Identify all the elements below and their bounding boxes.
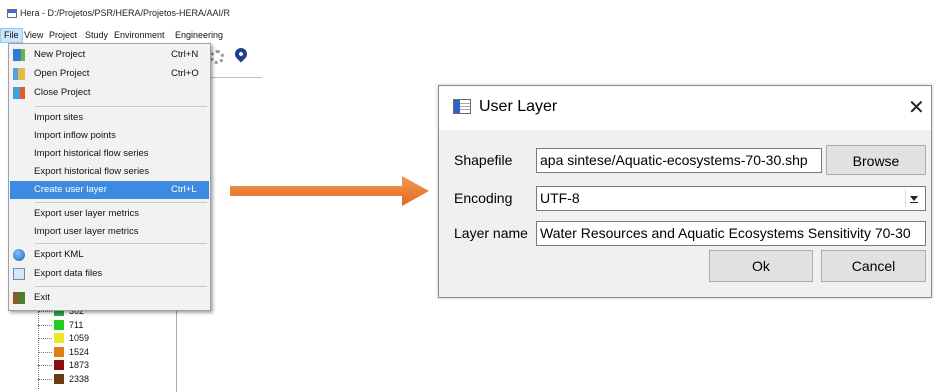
menu-item-shortcut: Ctrl+O: [171, 68, 199, 79]
dialog-titlebar: User Layer ✕: [439, 86, 931, 130]
menu-item-close-project[interactable]: Close Project: [10, 84, 209, 102]
menu-item-export-data-files[interactable]: Export data files: [10, 265, 209, 283]
menu-item-label: Export historical flow series: [34, 166, 150, 177]
map-pin-icon[interactable]: [232, 45, 250, 63]
legend-swatch: [54, 373, 64, 384]
browse-button[interactable]: Browse: [826, 145, 926, 175]
layer-name-label: Layer name: [454, 225, 528, 241]
menu-separator: [35, 243, 207, 244]
shapefile-input[interactable]: apa sintese/Aquatic-ecosystems-70-30.shp: [536, 148, 822, 173]
legend-swatch: [54, 346, 64, 357]
menu-item-import-historical-flow-series[interactable]: Import historical flow series: [10, 145, 209, 163]
menu-item-label: Import inflow points: [34, 130, 116, 141]
ok-button[interactable]: Ok: [709, 250, 813, 282]
app-window-icon: [7, 9, 17, 18]
file-menu-dropdown: New Project Ctrl+N Open Project Ctrl+O C…: [8, 43, 211, 311]
menu-item-label: Close Project: [34, 87, 91, 98]
menu-engineering[interactable]: Engineering: [172, 28, 226, 43]
menu-item-export-kml[interactable]: Export KML: [10, 246, 209, 264]
menu-view[interactable]: View: [21, 28, 46, 43]
menu-file[interactable]: File: [0, 28, 23, 43]
menubar: File View Project Study Environment Engi…: [0, 28, 262, 43]
dialog-window-icon: [453, 99, 471, 114]
layer-name-input[interactable]: Water Resources and Aquatic Ecosystems S…: [536, 221, 926, 246]
toolbar: [208, 43, 262, 78]
menu-item-label: Export KML: [34, 249, 84, 260]
app-title: Hera - D:/Projetos/PSR/HERA/Projetos-HER…: [20, 8, 231, 18]
menu-item-label: Open Project: [34, 68, 90, 79]
menu-separator: [35, 286, 207, 287]
tree-connector: [38, 301, 39, 389]
close-icon[interactable]: ✕: [908, 95, 925, 120]
menu-study[interactable]: Study: [82, 28, 111, 43]
menu-separator: [35, 106, 207, 107]
new-project-icon: [13, 49, 25, 61]
shapefile-label: Shapefile: [454, 152, 513, 168]
legend-swatch: [54, 319, 64, 330]
menu-item-import-sites[interactable]: Import sites: [10, 109, 209, 127]
menu-item-shortcut: Ctrl+L: [171, 184, 197, 195]
menu-item-label: Import historical flow series: [34, 148, 149, 159]
cancel-button[interactable]: Cancel: [821, 250, 926, 282]
app-titlebar: Hera - D:/Projetos/PSR/HERA/Projetos-HER…: [0, 0, 262, 28]
menu-item-shortcut: Ctrl+N: [171, 49, 199, 60]
encoding-select[interactable]: UTF-8: [536, 186, 926, 211]
gear-icon[interactable]: [210, 50, 224, 64]
user-layer-dialog: User Layer ✕ Shapefile apa sintese/Aquat…: [438, 85, 932, 298]
chevron-down-icon[interactable]: [905, 189, 923, 207]
close-project-icon: [13, 87, 25, 99]
encoding-value: UTF-8: [540, 190, 580, 206]
menu-item-export-historical-flow-series[interactable]: Export historical flow series: [10, 163, 209, 181]
menu-item-label: Export data files: [34, 268, 103, 279]
menu-item-create-user-layer[interactable]: Create user layer Ctrl+L: [10, 181, 209, 199]
menu-item-label: Import sites: [34, 112, 84, 123]
menu-item-exit[interactable]: Exit: [10, 289, 209, 307]
menu-item-label: Exit: [34, 292, 50, 303]
menu-item-label: New Project: [34, 49, 86, 60]
menu-item-new-project[interactable]: New Project Ctrl+N: [10, 46, 209, 64]
legend-label: 711: [69, 319, 84, 330]
menu-item-label: Create user layer: [34, 184, 107, 195]
legend-label: 1524: [69, 346, 90, 357]
open-project-icon: [13, 68, 25, 80]
legend-label: 1059: [69, 333, 90, 343]
menu-item-label: Import user layer metrics: [34, 226, 139, 237]
legend-swatch: [54, 333, 64, 343]
menu-item-open-project[interactable]: Open Project Ctrl+O: [10, 65, 209, 83]
export-files-icon: [13, 268, 25, 280]
menu-item-import-user-layer-metrics[interactable]: Import user layer metrics: [10, 223, 209, 241]
exit-icon: [13, 292, 25, 304]
menu-environment[interactable]: Environment: [111, 28, 168, 43]
menu-item-import-inflow-points[interactable]: Import inflow points: [10, 127, 209, 145]
encoding-label: Encoding: [454, 190, 513, 206]
menu-item-export-user-layer-metrics[interactable]: Export user layer metrics: [10, 205, 209, 223]
orange-arrow-icon: [230, 176, 429, 206]
dialog-title: User Layer: [479, 98, 558, 115]
globe-icon: [13, 249, 25, 261]
legend-label: 1873: [69, 360, 90, 370]
legend-label: 2338: [69, 373, 90, 384]
menu-item-label: Export user layer metrics: [34, 208, 140, 219]
menu-separator: [35, 202, 207, 203]
menu-project[interactable]: Project: [46, 28, 80, 43]
legend-swatch: [54, 360, 64, 370]
